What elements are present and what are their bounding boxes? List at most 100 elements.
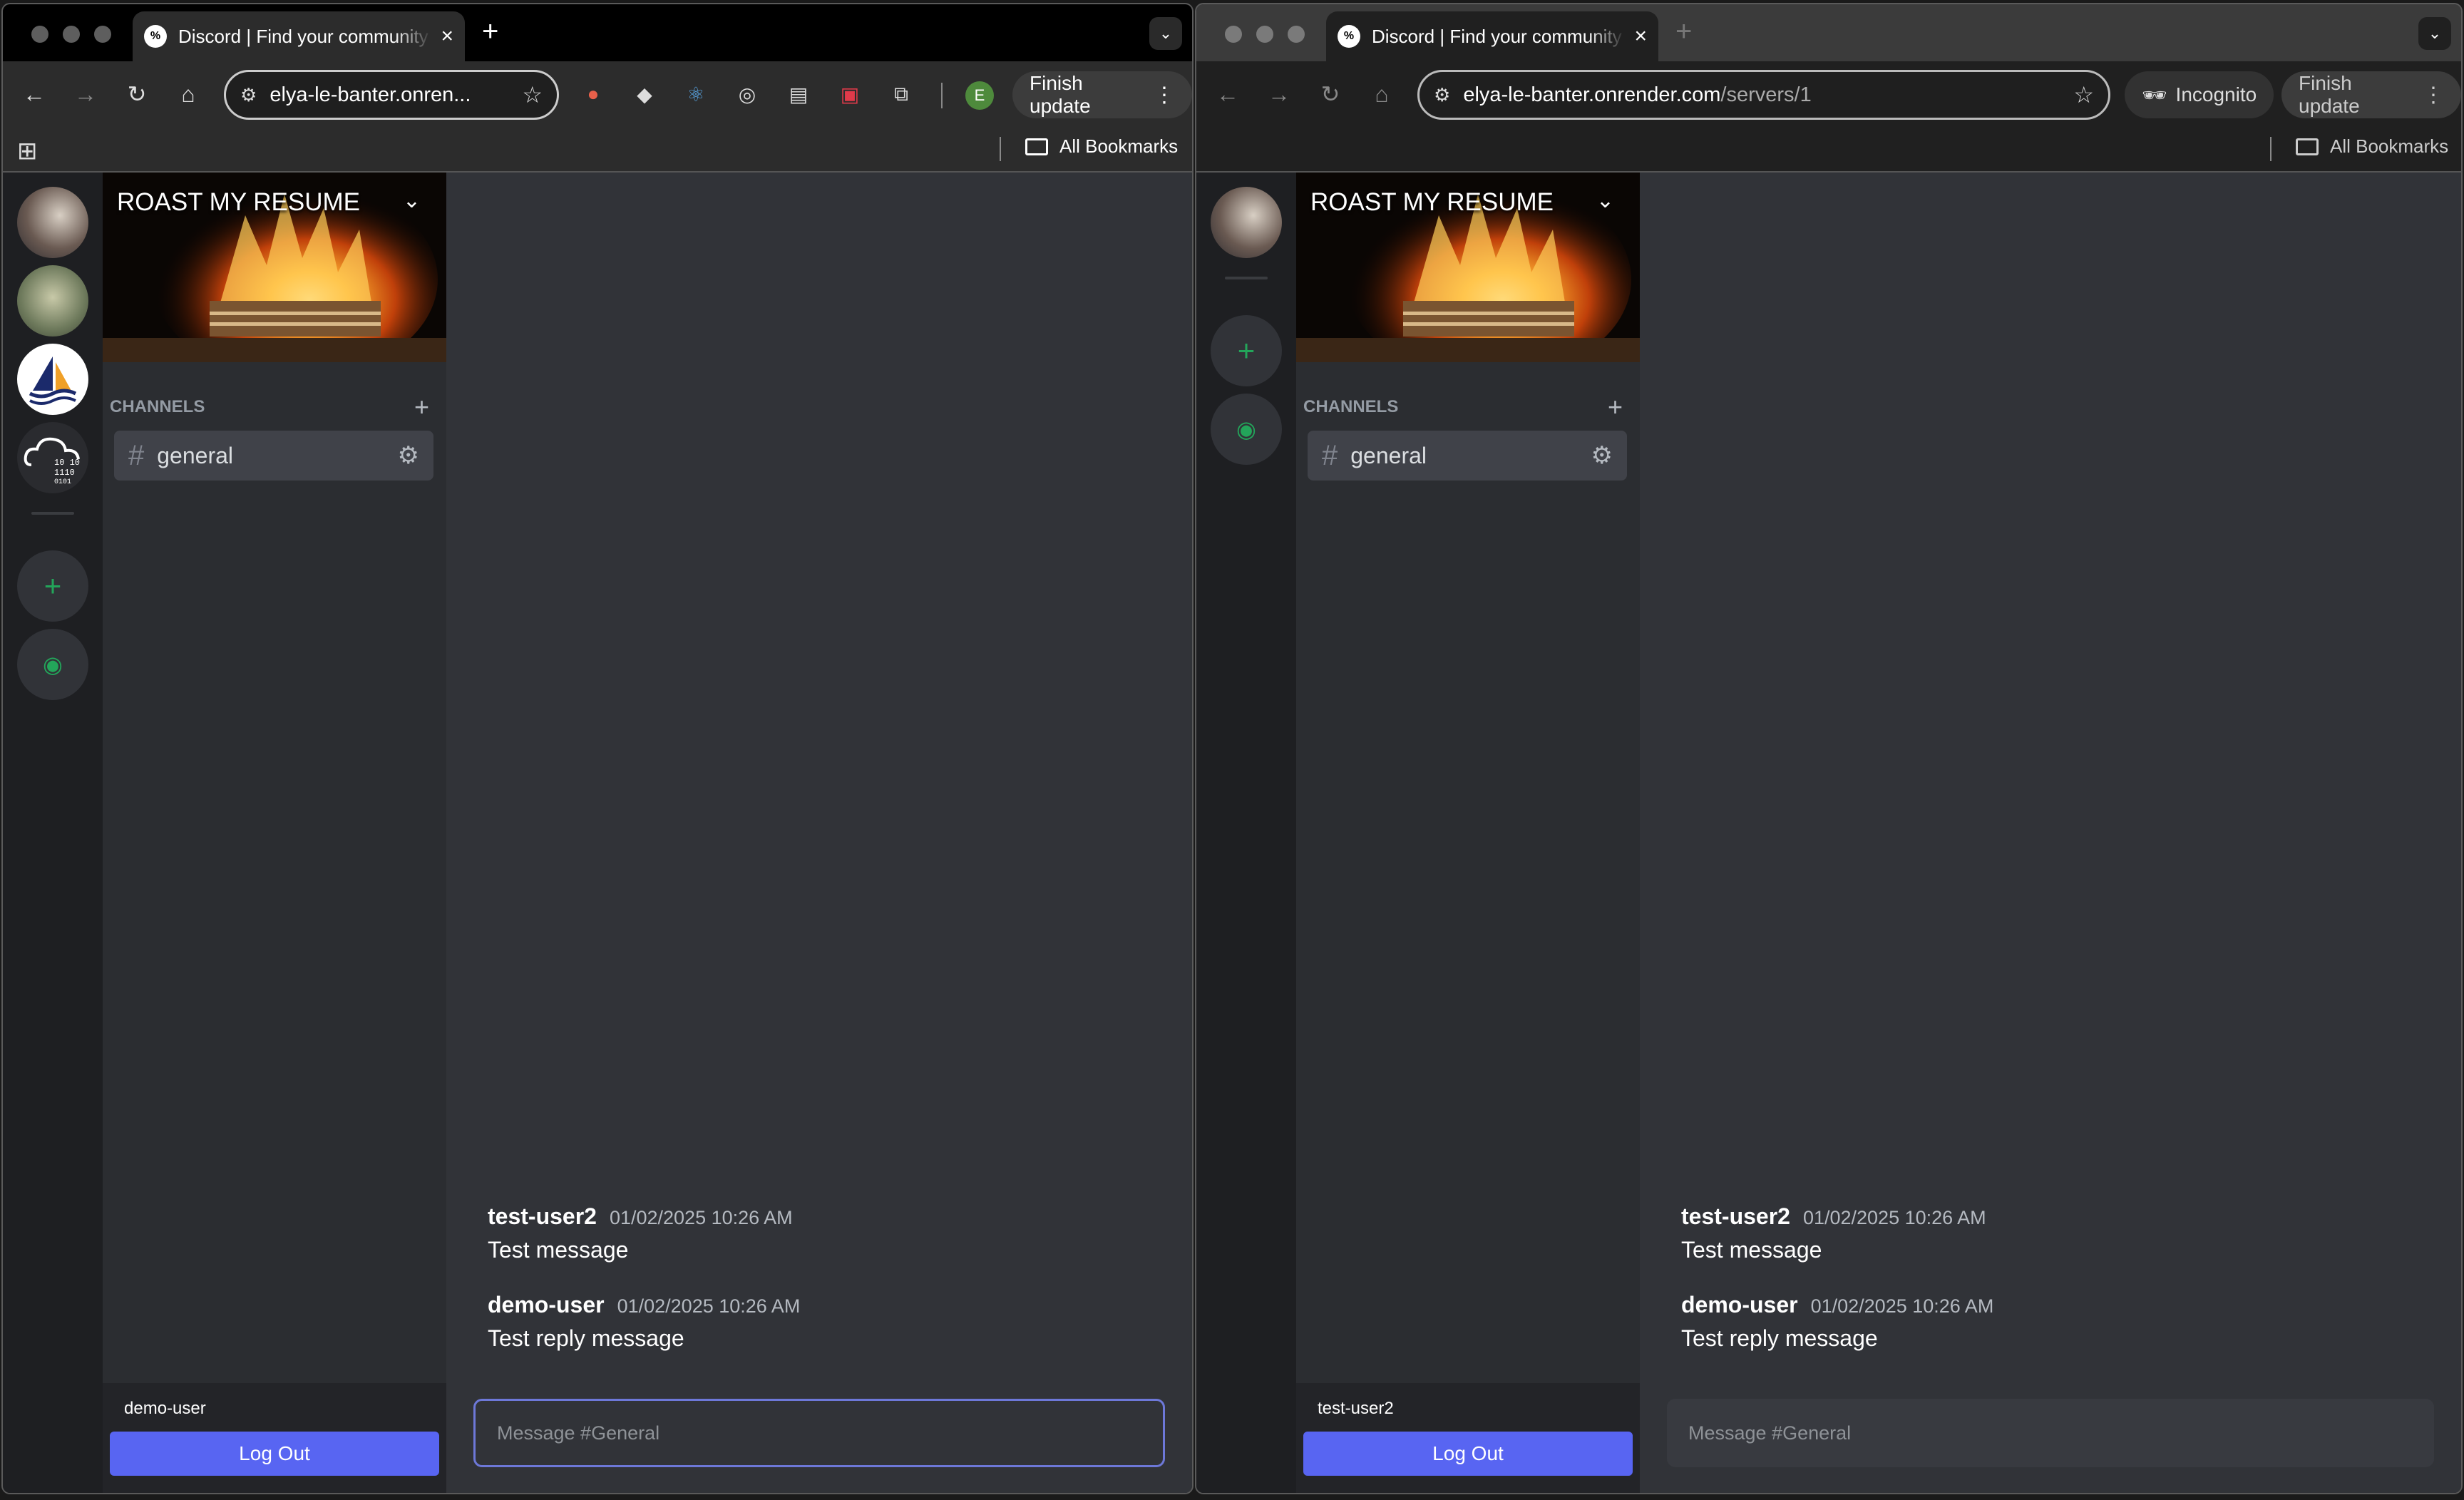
reload-icon[interactable]: ↻ xyxy=(120,77,154,111)
channel-item-general[interactable]: # general ⚙ xyxy=(114,431,433,481)
gear-icon[interactable]: ⚙ xyxy=(398,441,419,470)
all-bookmarks-button[interactable]: All Bookmarks xyxy=(2296,135,2448,158)
server-avatar-pets[interactable] xyxy=(17,265,88,337)
cloud-binary-icon: 10 10 1110 0101 xyxy=(24,437,80,486)
add-server-icon[interactable]: + xyxy=(17,550,88,622)
minimize-window-button[interactable] xyxy=(63,26,80,43)
message-author[interactable]: demo-user xyxy=(488,1292,605,1317)
server-banner[interactable]: ROAST MY RESUME ⌄ xyxy=(1296,173,1640,362)
extension-bug-icon[interactable]: ◆ xyxy=(630,80,659,108)
discord-favicon-icon: % xyxy=(144,25,167,48)
message-author[interactable]: demo-user xyxy=(1681,1292,1798,1317)
bookmark-star-icon[interactable]: ☆ xyxy=(2073,81,2094,108)
address-bar[interactable]: ⚙ elya-le-banter.onrender.com/servers/1 … xyxy=(1417,70,2110,120)
forward-arrow-icon[interactable]: → xyxy=(1262,77,1296,111)
logout-button[interactable]: Log Out xyxy=(110,1432,439,1476)
home-icon[interactable]: ⌂ xyxy=(1365,77,1399,111)
reload-icon[interactable]: ↻ xyxy=(1313,77,1348,111)
site-info-icon[interactable]: ⚙ xyxy=(1434,84,1450,106)
channel-panel: ROAST MY RESUME ⌄ CHANNELS + # general ⚙… xyxy=(103,173,446,1493)
current-username: demo-user xyxy=(124,1399,206,1418)
back-arrow-icon[interactable]: ← xyxy=(17,77,51,111)
message-text: Test message xyxy=(488,1237,629,1263)
message-text: Test message xyxy=(1681,1237,1822,1263)
browser-tab-discord[interactable]: % Discord | Find your community × xyxy=(133,11,465,61)
chevron-down-icon[interactable]: ⌄ xyxy=(1596,188,1614,213)
profile-avatar[interactable]: E xyxy=(965,81,994,110)
all-bookmarks-button[interactable]: All Bookmarks xyxy=(1025,135,1178,158)
finish-update-label: Finish update xyxy=(1030,72,1091,117)
back-arrow-icon[interactable]: ← xyxy=(1211,77,1245,111)
maximize-window-button[interactable] xyxy=(94,26,111,43)
rail-divider xyxy=(31,512,74,515)
user-panel: test-user2 Log Out xyxy=(1296,1383,1640,1493)
finish-update-label: Finish update xyxy=(2299,72,2360,117)
svg-text:10 10: 10 10 xyxy=(54,458,80,468)
bookmarks-divider xyxy=(2270,137,2272,161)
extension-chart-icon[interactable]: ▤ xyxy=(784,80,813,108)
message-timestamp: 01/02/2025 10:26 AM xyxy=(1802,1207,1986,1228)
server-banner[interactable]: ROAST MY RESUME ⌄ xyxy=(103,173,446,362)
bookmarks-bar: ⊞ All Bookmarks xyxy=(3,128,1192,173)
extensions-puzzle-icon[interactable]: ⧉ xyxy=(887,80,915,108)
gear-icon[interactable]: ⚙ xyxy=(1591,441,1613,470)
svg-text:1110: 1110 xyxy=(54,468,75,478)
explore-compass-icon[interactable]: ◉ xyxy=(1211,394,1282,465)
chat-area: test-user2 01/02/2025 10:26 AM Test messa… xyxy=(1640,173,2461,1493)
logout-button[interactable]: Log Out xyxy=(1303,1432,1633,1476)
message-placeholder: Message #General xyxy=(1688,1422,1852,1444)
message-author[interactable]: test-user2 xyxy=(488,1203,597,1229)
all-bookmarks-label: All Bookmarks xyxy=(1059,135,1179,157)
server-avatar-sailboat[interactable] xyxy=(17,344,88,415)
new-tab-button[interactable]: + xyxy=(1675,17,1692,46)
tab-close-icon[interactable]: × xyxy=(441,24,453,48)
message-input[interactable]: Message #General xyxy=(1667,1399,2434,1467)
maximize-window-button[interactable] xyxy=(1288,26,1305,43)
finish-update-button[interactable]: Finish update ⋮ xyxy=(1012,71,1192,118)
close-window-button[interactable] xyxy=(31,26,48,43)
extension-video-icon[interactable]: ▣ xyxy=(836,80,864,108)
tab-search-button[interactable]: ⌄ xyxy=(1149,17,1182,50)
more-menu-icon[interactable]: ⋮ xyxy=(1154,83,1175,108)
message-item: demo-user 01/02/2025 10:26 AM Test reply … xyxy=(488,1292,800,1352)
url-text: elya-le-banter.onren... xyxy=(270,83,471,106)
address-bar[interactable]: ⚙ elya-le-banter.onren... ☆ xyxy=(224,70,559,120)
add-channel-icon[interactable]: + xyxy=(414,392,429,422)
site-info-icon[interactable]: ⚙ xyxy=(240,84,257,106)
message-input[interactable]: Message #General xyxy=(473,1399,1165,1467)
extension-pill-icon[interactable]: ● xyxy=(579,80,607,108)
channels-header: CHANNELS + xyxy=(1303,392,1623,422)
rail-divider xyxy=(1225,277,1268,279)
server-rail: 10 10 1110 0101 + ◉ xyxy=(3,173,103,1493)
server-avatar-portrait[interactable] xyxy=(1211,187,1282,258)
minimize-window-button[interactable] xyxy=(1256,26,1273,43)
tab-title: Discord | Find your community xyxy=(1372,25,1622,47)
tab-title: Discord | Find your community xyxy=(178,25,428,47)
close-window-button[interactable] xyxy=(1225,26,1242,43)
new-tab-button[interactable]: + xyxy=(482,17,498,46)
browser-toolbar: ← → ↻ ⌂ ⚙ elya-le-banter.onrender.com/se… xyxy=(1196,61,2461,128)
server-avatar-cloud[interactable]: 10 10 1110 0101 xyxy=(17,422,88,493)
explore-compass-icon[interactable]: ◉ xyxy=(17,629,88,700)
channel-name: general xyxy=(1350,442,1427,468)
incognito-indicator[interactable]: 🕶 Incognito xyxy=(2125,71,2274,118)
more-menu-icon[interactable]: ⋮ xyxy=(2423,83,2444,108)
browser-tab-discord[interactable]: % Discord | Find your community × xyxy=(1326,11,1658,61)
forward-arrow-icon[interactable]: → xyxy=(68,77,103,111)
bookmark-star-icon[interactable]: ☆ xyxy=(522,81,543,108)
finish-update-button[interactable]: Finish update ⋮ xyxy=(2281,71,2461,118)
chevron-down-icon[interactable]: ⌄ xyxy=(403,188,421,213)
server-avatar-portrait[interactable] xyxy=(17,187,88,258)
react-devtools-icon[interactable]: ⚛ xyxy=(682,80,710,108)
tab-search-button[interactable]: ⌄ xyxy=(2418,17,2451,50)
add-server-icon[interactable]: + xyxy=(1211,315,1282,386)
channels-header: CHANNELS + xyxy=(110,392,429,422)
message-author[interactable]: test-user2 xyxy=(1681,1203,1790,1229)
tab-close-icon[interactable]: × xyxy=(1634,24,1647,48)
add-channel-icon[interactable]: + xyxy=(1608,392,1623,422)
extension-target-icon[interactable]: ◎ xyxy=(733,80,761,108)
apps-grid-icon[interactable]: ⊞ xyxy=(17,137,38,165)
current-username: test-user2 xyxy=(1318,1399,1394,1418)
home-icon[interactable]: ⌂ xyxy=(171,77,205,111)
channel-item-general[interactable]: # general ⚙ xyxy=(1308,431,1627,481)
